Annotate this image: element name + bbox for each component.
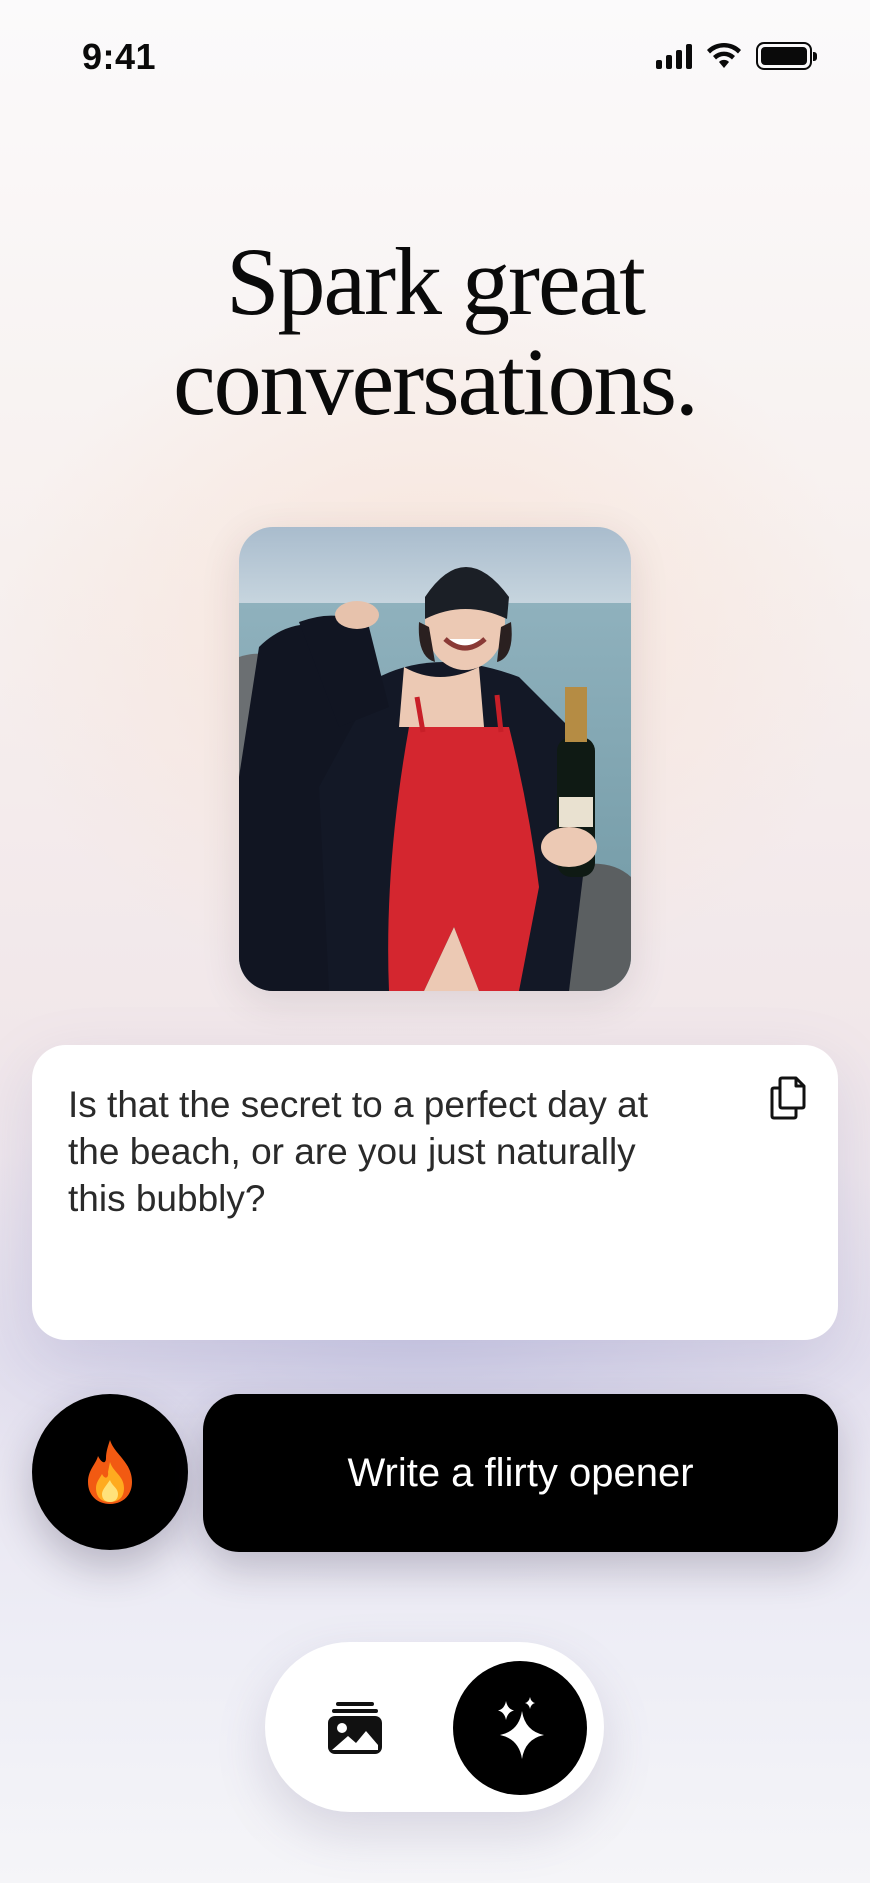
status-icons	[656, 42, 817, 70]
headline-line-2: conversations.	[173, 328, 699, 435]
message-text: Is that the secret to a perfect day at t…	[68, 1084, 648, 1219]
write-opener-button[interactable]: Write a flirty opener	[203, 1394, 838, 1552]
profile-photo	[239, 527, 631, 991]
fire-icon	[88, 1440, 132, 1504]
sparkles-button[interactable]	[453, 1661, 587, 1795]
gallery-icon[interactable]	[315, 1687, 395, 1767]
status-bar: 9:41	[0, 0, 870, 120]
wifi-icon	[707, 42, 741, 68]
sparkles-icon	[498, 1697, 544, 1759]
message-card: Is that the secret to a perfect day at t…	[32, 1045, 838, 1340]
write-opener-label: Write a flirty opener	[347, 1450, 694, 1495]
cellular-signal-icon	[656, 43, 692, 69]
copy-icon[interactable]	[758, 1067, 818, 1127]
headline-line-1: Spark great	[226, 228, 646, 335]
tone-button[interactable]	[32, 1394, 188, 1550]
battery-icon	[756, 42, 817, 70]
headline: Spark great conversations.	[0, 232, 870, 432]
bottom-nav	[265, 1642, 604, 1812]
status-time: 9:41	[82, 36, 157, 77]
